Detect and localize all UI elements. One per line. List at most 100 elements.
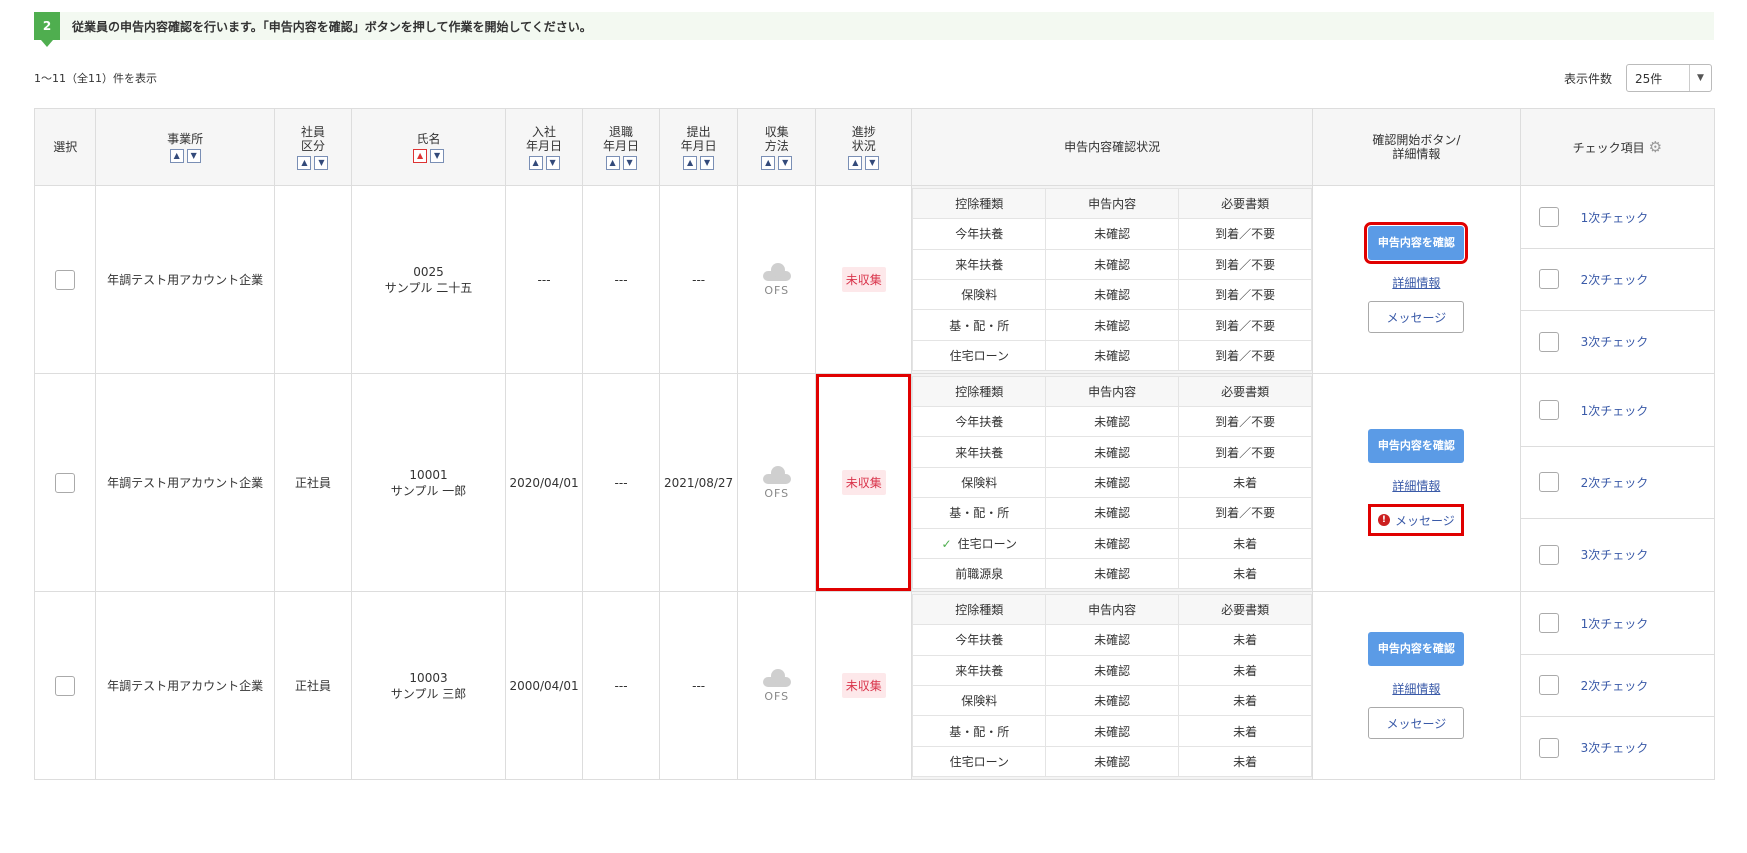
sort-down-icon[interactable]: ▼	[430, 148, 445, 163]
per-page-label: 表示件数	[1564, 72, 1613, 86]
employee-table: 選択 事業所 ▲ ▼ 社員 区分 ▲ ▼ 氏名 ▲ ▼ 入社 年月日 ▲ ▼ 退職 年月日 ▲…	[33, 108, 1716, 780]
action-cell: 申告内容を確認 詳細情報 ! メッセージ	[1312, 373, 1521, 592]
check-1-checkbox[interactable]	[1538, 207, 1559, 227]
employee-number: 10003	[409, 670, 448, 685]
per-page-value: 25件	[1635, 71, 1663, 86]
check-2-checkbox[interactable]	[1538, 269, 1559, 289]
sort-up-icon[interactable]: ▲	[605, 155, 620, 170]
sort-up-icon[interactable]: ▲	[761, 155, 776, 170]
name-cell: 10003 サンプル 三郎	[350, 591, 507, 780]
collect-method-cell: OFS	[737, 373, 817, 592]
employee-name: サンプル 二十五	[384, 280, 473, 295]
detail-link[interactable]: 詳細情報	[1392, 680, 1440, 697]
check-2-checkbox[interactable]	[1538, 472, 1559, 492]
check-3-checkbox[interactable]	[1538, 331, 1559, 352]
sort-down-icon[interactable]: ▼	[186, 148, 201, 163]
check-item-1[interactable]: 1次チェック	[1520, 187, 1714, 249]
check-3-checkbox[interactable]	[1538, 737, 1559, 758]
check-2-checkbox[interactable]	[1538, 675, 1559, 695]
header-name: 氏名 ▲ ▼	[350, 108, 507, 186]
progress-cell: 未収集	[815, 591, 913, 780]
status-badge: 未収集	[841, 470, 886, 495]
header-employee-type: 社員 区分 ▲ ▼	[273, 108, 353, 186]
collect-method-cell: OFS	[737, 591, 817, 780]
confirm-declaration-button[interactable]: 申告内容を確認	[1368, 632, 1465, 666]
chevron-down-icon[interactable]: ▼	[1689, 65, 1711, 91]
declaration-status-table: 控除種類 申告内容 必要書類 今年扶養 未確認 到着／不要 来年扶養 未確認 到着／不要…	[912, 187, 1313, 372]
header-check-items: チェック項目 ⚙	[1519, 108, 1716, 186]
employee-number: 0025	[413, 264, 444, 279]
sort-up-icon[interactable]: ▲	[169, 148, 184, 163]
per-page-select[interactable]: 25件 ▼	[1626, 64, 1712, 92]
check-1-checkbox[interactable]	[1538, 400, 1559, 420]
header-action: 確認開始ボタン/詳細情報	[1312, 108, 1521, 186]
header-join-date: 入社 年月日 ▲ ▼	[505, 108, 584, 186]
check-item-3[interactable]: 3次チェック	[1521, 717, 1714, 779]
sort-down-icon[interactable]: ▼	[778, 155, 793, 170]
employee-type-cell	[273, 185, 353, 374]
result-count: 1〜11（全11）件を表示	[34, 72, 157, 85]
header-leave-date: 退職 年月日 ▲ ▼	[582, 108, 661, 186]
check-item-3[interactable]: 3次チェック	[1521, 311, 1714, 373]
status-badge: 未収集	[841, 267, 886, 292]
header-submit-date: 提出 年月日 ▲ ▼	[659, 108, 739, 186]
row-select-checkbox[interactable]	[55, 472, 76, 493]
step-number-badge: 2	[34, 12, 60, 47]
sort-up-icon[interactable]: ▲	[683, 155, 698, 170]
instruction-text: 従業員の申告内容確認を行います。「申告内容を確認」ボタンを押して作業を開始してく…	[72, 19, 592, 34]
name-cell: 10001 サンプル 一郎	[350, 373, 507, 592]
check-item-2[interactable]: 2次チェック	[1520, 655, 1714, 717]
sort-down-icon[interactable]: ▼	[622, 155, 637, 170]
cloud-icon	[762, 262, 791, 281]
check-1-checkbox[interactable]	[1538, 613, 1559, 633]
office-cell: 年調テスト用アカウント企業	[95, 373, 275, 592]
header-office: 事業所 ▲ ▼	[95, 108, 275, 186]
message-button[interactable]: メッセージ	[1368, 301, 1465, 333]
header-select: 選択	[33, 108, 97, 186]
progress-cell: 未収集	[815, 185, 913, 374]
check-item-3[interactable]: 3次チェック	[1521, 519, 1714, 591]
check-item-2[interactable]: 2次チェック	[1520, 249, 1714, 311]
confirm-declaration-button[interactable]: 申告内容を確認	[1368, 429, 1465, 463]
table-row: 年調テスト用アカウント企業 正社員 10003 サンプル 三郎 2000/04/…	[33, 591, 1716, 780]
name-cell: 0025 サンプル 二十五	[350, 185, 507, 374]
submit-date-cell: ---	[659, 185, 739, 374]
sort-down-icon[interactable]: ▼	[545, 155, 560, 170]
sort-up-icon[interactable]: ▲	[528, 155, 543, 170]
submit-date-cell: 2021/08/27	[659, 373, 739, 592]
row-select-checkbox[interactable]	[55, 675, 76, 696]
sort-down-icon[interactable]: ▼	[700, 155, 715, 170]
join-date-cell: 2000/04/01	[505, 591, 584, 780]
office-cell: 年調テスト用アカウント企業	[95, 591, 275, 780]
message-button[interactable]: メッセージ	[1368, 707, 1465, 739]
sort-down-icon[interactable]: ▼	[314, 155, 329, 170]
checkmark-icon: ✓	[941, 536, 952, 551]
message-button[interactable]: ! メッセージ	[1368, 504, 1465, 536]
collect-method-cell: OFS	[737, 185, 817, 374]
header-progress: 進捗 状況 ▲ ▼	[815, 108, 913, 186]
detail-link[interactable]: 詳細情報	[1392, 477, 1440, 494]
gear-icon[interactable]: ⚙	[1649, 138, 1662, 156]
action-cell: 申告内容を確認 詳細情報 メッセージ	[1312, 185, 1521, 374]
row-select-checkbox[interactable]	[55, 269, 76, 290]
check-item-1[interactable]: 1次チェック	[1520, 593, 1714, 655]
check-item-1[interactable]: 1次チェック	[1520, 375, 1714, 447]
sort-up-icon[interactable]: ▲	[413, 148, 428, 163]
cloud-icon	[762, 668, 791, 687]
join-date-cell: ---	[505, 185, 584, 374]
check-3-checkbox[interactable]	[1538, 544, 1559, 565]
employee-name: サンプル 三郎	[390, 686, 467, 701]
detail-link[interactable]: 詳細情報	[1392, 274, 1440, 291]
employee-type-cell: 正社員	[273, 591, 353, 780]
confirm-declaration-button[interactable]: 申告内容を確認	[1364, 222, 1469, 264]
header-collect-method: 収集 方法 ▲ ▼	[737, 108, 817, 186]
alert-icon: !	[1377, 514, 1390, 526]
status-badge: 未収集	[841, 673, 886, 698]
leave-date-cell: ---	[582, 185, 661, 374]
sort-up-icon[interactable]: ▲	[848, 155, 863, 170]
check-item-2[interactable]: 2次チェック	[1520, 447, 1714, 519]
sort-down-icon[interactable]: ▼	[865, 155, 880, 170]
leave-date-cell: ---	[582, 373, 661, 592]
sort-up-icon[interactable]: ▲	[297, 155, 312, 170]
instruction-bar: 2 従業員の申告内容確認を行います。「申告内容を確認」ボタンを押して作業を開始し…	[34, 12, 1714, 47]
